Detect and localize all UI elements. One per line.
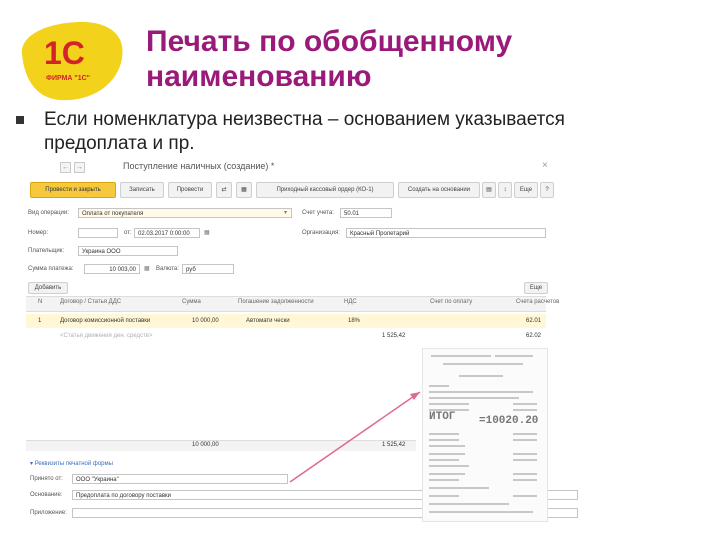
post-and-close-button[interactable]: Провести и закрыть (30, 182, 116, 198)
calculator-icon[interactable]: ▦ (144, 265, 150, 272)
totals-bar (26, 440, 416, 451)
logo-mark: 1С (44, 35, 85, 71)
close-icon[interactable]: × (542, 160, 548, 171)
logo-subtitle: ФИРМА "1С" (46, 75, 90, 82)
account-field[interactable]: 50.01 (340, 208, 392, 218)
row-sum[interactable]: 10 000,00 (192, 318, 219, 324)
receipt-total-caption: ИТОГ (429, 411, 456, 423)
row-vat-amount: 1 525,42 (382, 333, 406, 339)
post-button[interactable]: Провести (168, 182, 212, 198)
col-sum: Сумма (182, 299, 201, 305)
date-field[interactable]: 02.03.2017 0:00:00 (134, 228, 200, 238)
accepted-from-field[interactable]: ООО "Украина" (72, 474, 288, 484)
report-icon[interactable]: ▤ (482, 182, 496, 198)
print-section-toggle-label: Реквизиты печатной формы (34, 461, 113, 467)
save-button[interactable]: Записать (120, 182, 164, 198)
number-field[interactable] (78, 228, 118, 238)
structure-icon[interactable]: ⇄ (216, 182, 232, 198)
op-type-dropdown-icon[interactable]: ▾ (284, 209, 287, 216)
col-repay: Погашение задолженности (238, 299, 314, 305)
help-button[interactable]: ? (540, 182, 554, 198)
total-vat: 1 525,42 (382, 442, 406, 448)
create-based-on-button[interactable]: Создать на основании (398, 182, 480, 198)
col-contract: Договор / Статья ДДС (60, 299, 122, 305)
dt-kt-icon[interactable]: ↕ (498, 182, 512, 198)
attach-icon[interactable]: ▦ (236, 182, 252, 198)
col-acct2: Счета расчетов (516, 299, 560, 305)
total-sum: 10 000,00 (192, 442, 219, 448)
row-acct[interactable]: 62.01 (526, 318, 541, 324)
receipt-total-amount: =10020.20 (479, 415, 539, 427)
payer-label: Плательщик: (28, 248, 65, 254)
number-label: Номер: (28, 230, 49, 236)
amount-field[interactable]: 10 003,00 (84, 264, 140, 274)
bullet-line2: предоплата и пр. (44, 133, 195, 154)
basis-label: Основание: (30, 492, 63, 498)
row-vat[interactable]: 18% (348, 318, 360, 324)
currency-field[interactable]: руб (182, 264, 234, 274)
slide-title-line2: наименованию (146, 60, 372, 93)
op-type-label: Вид операции: (28, 210, 69, 216)
table-more-button[interactable]: Еще (524, 282, 548, 294)
printed-receipt-image: ИТОГ =10020.20 (422, 348, 548, 522)
col-acct: Счет по оплату (430, 299, 473, 305)
more-button[interactable]: Еще (514, 182, 538, 198)
bullet-line1: Если номенклатура неизвестна – основание… (44, 109, 565, 130)
slide-title-line1: Печать по обобщенному (146, 25, 513, 58)
print-pko-button[interactable]: Приходный кассовый ордер (КО-1) (256, 182, 394, 198)
add-row-button[interactable]: Добавить (28, 282, 68, 294)
bullet-text: Если номенклатура неизвестна – основание… (44, 108, 704, 156)
row-n: 1 (38, 318, 42, 324)
bullet-marker (16, 116, 24, 124)
organization-field[interactable]: Красный Пролетарий (346, 228, 546, 238)
organization-label: Организация: (302, 230, 340, 236)
amount-label: Сумма платежа: (28, 266, 74, 272)
date-label: от: (124, 230, 132, 236)
1c-logo: 1С ФИРМА "1С" (21, 22, 123, 101)
window-header: ← → Поступление наличных (создание) * × (26, 158, 556, 176)
row-empty-cashflow[interactable]: <Статья движения ден. средств> (60, 333, 152, 339)
col-n: N (38, 299, 43, 305)
accepted-from-label: Принято от: (30, 476, 63, 482)
nav-back-button[interactable]: ← (60, 162, 71, 173)
row-acct2: 62.02 (526, 333, 542, 339)
row-repay[interactable]: Автомати чески (246, 318, 290, 324)
payer-field[interactable]: Украина ООО (78, 246, 178, 256)
op-type-field[interactable]: Оплата от покупателя (78, 208, 292, 218)
col-vat: НДС (344, 299, 357, 305)
appendix-label: Приложение: (30, 510, 67, 516)
account-label: Счет учета: (302, 210, 334, 216)
calendar-icon[interactable]: ▦ (204, 229, 210, 236)
nav-forward-button[interactable]: → (74, 162, 85, 173)
slide-title: Печать по обобщенному наименованию (146, 24, 512, 94)
window-title: Поступление наличных (создание) * (123, 161, 275, 171)
currency-label: Валюта: (156, 266, 179, 272)
print-section-toggle[interactable]: ▾ Реквизиты печатной формы (30, 460, 113, 467)
row-contract[interactable]: Договор комиссионной поставки (60, 318, 150, 324)
